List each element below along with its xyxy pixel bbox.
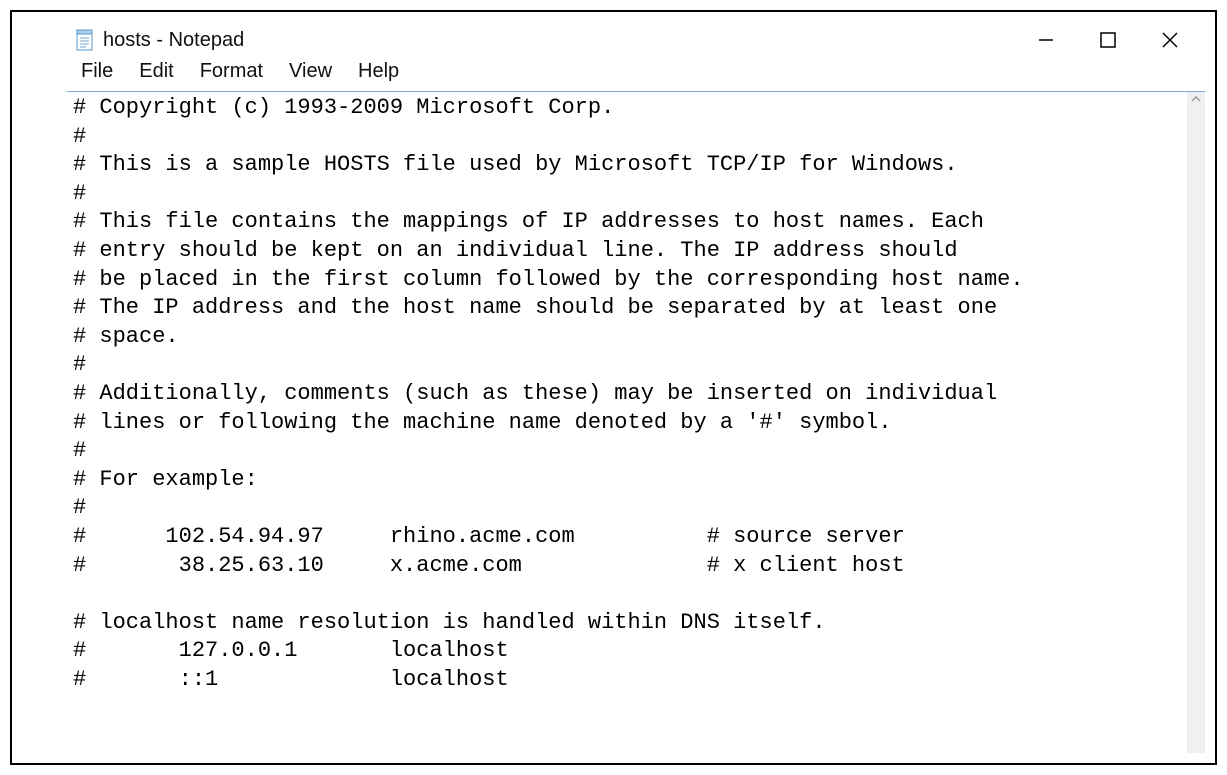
menu-help[interactable]: Help — [348, 58, 409, 85]
titlebar[interactable]: hosts - Notepad — [67, 22, 1205, 56]
maximize-button[interactable] — [1091, 26, 1125, 54]
menu-file[interactable]: File — [71, 58, 123, 85]
menubar: File Edit Format View Help — [67, 56, 1205, 92]
scroll-up-icon[interactable] — [1187, 94, 1205, 106]
menu-view[interactable]: View — [279, 58, 342, 85]
close-button[interactable] — [1153, 26, 1187, 54]
minimize-button[interactable] — [1029, 26, 1063, 54]
notepad-icon — [75, 29, 95, 51]
screenshot-frame: hosts - Notepad File Edit Format — [10, 10, 1217, 765]
vertical-scrollbar[interactable] — [1187, 92, 1205, 753]
window-controls — [1029, 26, 1197, 54]
editor-area: # Copyright (c) 1993-2009 Microsoft Corp… — [67, 92, 1205, 753]
menu-edit[interactable]: Edit — [129, 58, 183, 85]
notepad-window: hosts - Notepad File Edit Format — [67, 22, 1205, 753]
text-editor[interactable]: # Copyright (c) 1993-2009 Microsoft Corp… — [67, 92, 1187, 753]
menu-format[interactable]: Format — [190, 58, 273, 85]
window-title: hosts - Notepad — [103, 29, 1029, 52]
